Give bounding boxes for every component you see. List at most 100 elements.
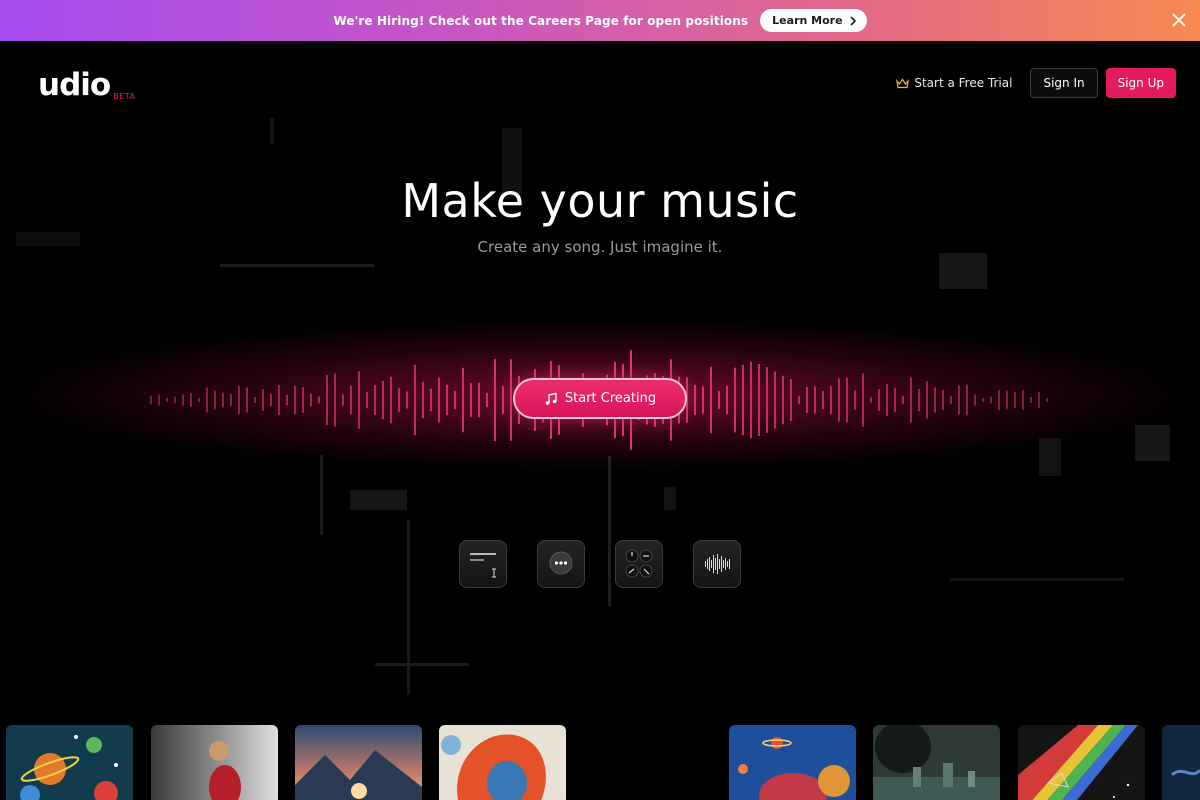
- waveform-bar: [862, 373, 864, 427]
- waveform-bar: [334, 373, 336, 427]
- waveform-bar: [726, 385, 728, 415]
- top-navigation: Start a Free Trial Sign In Sign Up: [896, 68, 1176, 98]
- waveform-bar: [246, 387, 248, 413]
- waveform-bar: [398, 388, 400, 412]
- waveform-bar: [750, 361, 752, 439]
- waveform-bar: [390, 376, 392, 424]
- waveform-bar: [1022, 390, 1024, 410]
- cover-art-partial: [1162, 725, 1200, 800]
- waveform-bar: [206, 387, 208, 413]
- chat-bubble-icon: [549, 551, 573, 575]
- banner-text: We're Hiring! Check out the Careers Page…: [333, 13, 749, 28]
- waveform-bar: [318, 396, 320, 404]
- waveform-bar: [774, 371, 776, 429]
- udio-logo[interactable]: udio BETA: [38, 67, 135, 103]
- sign-in-button[interactable]: Sign In: [1030, 68, 1098, 98]
- cover-art-mountain-sunset: [295, 725, 422, 800]
- track-thumbnail[interactable]: [1162, 725, 1200, 800]
- waveform-bar: [294, 386, 296, 414]
- close-icon[interactable]: [1170, 11, 1188, 29]
- waveform-bar: [326, 374, 328, 426]
- waveform-bar: [926, 381, 928, 419]
- background-block: [375, 663, 469, 666]
- waveform-bar: [998, 389, 1000, 411]
- waveform-bar: [990, 396, 992, 404]
- waveform-bar: [358, 371, 360, 429]
- track-thumbnail[interactable]: [295, 725, 422, 800]
- track-thumbnail[interactable]: [729, 725, 856, 800]
- track-thumbnail[interactable]: [6, 725, 133, 800]
- waveform-bar: [1046, 397, 1048, 403]
- sign-up-button[interactable]: Sign Up: [1105, 68, 1176, 98]
- track-thumbnail[interactable]: [151, 725, 278, 800]
- waveform-bar: [166, 398, 168, 402]
- waveform-bar: [366, 391, 368, 409]
- background-block: [664, 487, 676, 510]
- feature-audio[interactable]: [693, 540, 741, 588]
- waveform-bar: [310, 393, 312, 407]
- waveform-bar: [822, 390, 824, 410]
- waveform-bar: [270, 393, 272, 407]
- waveform-bar: [510, 359, 512, 441]
- waveform-bar: [158, 394, 160, 406]
- logo-wordmark: udio: [38, 67, 111, 103]
- background-block: [270, 118, 274, 144]
- waveform-bar: [918, 388, 920, 412]
- chevron-right-icon: [849, 15, 856, 26]
- start-creating-button[interactable]: Start Creating: [513, 378, 687, 419]
- cover-art-blurred-figure: [151, 725, 278, 800]
- waveform-bar: [758, 363, 760, 437]
- waveform-bar: [222, 392, 224, 408]
- waveform-bar: [1006, 390, 1008, 410]
- background-block: [608, 456, 611, 606]
- free-trial-link[interactable]: Start a Free Trial: [896, 76, 1012, 90]
- waveform-bar: [1030, 396, 1032, 404]
- waveform-bar: [198, 397, 200, 403]
- waveform-bar: [278, 384, 280, 416]
- waveform-bar: [150, 395, 152, 405]
- waveform-bar: [742, 364, 744, 436]
- waveform-bar: [1014, 391, 1016, 409]
- crown-icon: [896, 77, 910, 88]
- waveform-bar: [766, 367, 768, 433]
- waveform-bar: [894, 387, 896, 413]
- waveform-bar: [974, 394, 976, 406]
- waveform-bar: [462, 367, 464, 433]
- waveform-bar: [430, 388, 432, 412]
- waveform-bar: [718, 390, 720, 410]
- feature-controls[interactable]: [615, 540, 663, 588]
- waveform-bar: [934, 387, 936, 413]
- hero-title: Make your music: [401, 174, 799, 228]
- text-prompt-icon: [470, 553, 496, 578]
- track-thumbnail[interactable]: [439, 725, 566, 800]
- track-thumbnail[interactable]: [873, 725, 1000, 800]
- cover-art-space-planets: [729, 725, 856, 800]
- feature-text-prompt[interactable]: [459, 540, 507, 588]
- waveform-bar: [798, 396, 800, 404]
- waveform-bar: [710, 366, 712, 434]
- learn-more-label: Learn More: [772, 14, 843, 27]
- track-thumbnail[interactable]: [1018, 725, 1145, 800]
- waveform-bar: [1038, 391, 1040, 409]
- waveform-bar: [174, 396, 176, 404]
- waveform-bar: [342, 394, 344, 406]
- waveform-bar: [878, 389, 880, 411]
- free-trial-label: Start a Free Trial: [914, 76, 1013, 90]
- waveform-bar: [182, 394, 184, 406]
- music-note-icon: [545, 392, 557, 405]
- waveform-bar: [830, 386, 832, 414]
- waveform-bar: [494, 358, 496, 442]
- waveform-bar: [814, 386, 816, 414]
- waveform-bar: [782, 375, 784, 425]
- waveform-bar: [478, 382, 480, 418]
- cover-art-rainbow-prism: [1018, 725, 1145, 800]
- waveform-bar: [870, 397, 872, 403]
- control-knobs-icon: [625, 549, 653, 578]
- announcement-banner: We're Hiring! Check out the Careers Page…: [0, 0, 1200, 41]
- cover-art-night-city: [873, 725, 1000, 800]
- cover-art-planets: [6, 725, 133, 800]
- learn-more-button[interactable]: Learn More: [760, 9, 867, 32]
- waveform-bar: [214, 390, 216, 410]
- background-block: [939, 253, 987, 289]
- feature-chat[interactable]: [537, 540, 585, 588]
